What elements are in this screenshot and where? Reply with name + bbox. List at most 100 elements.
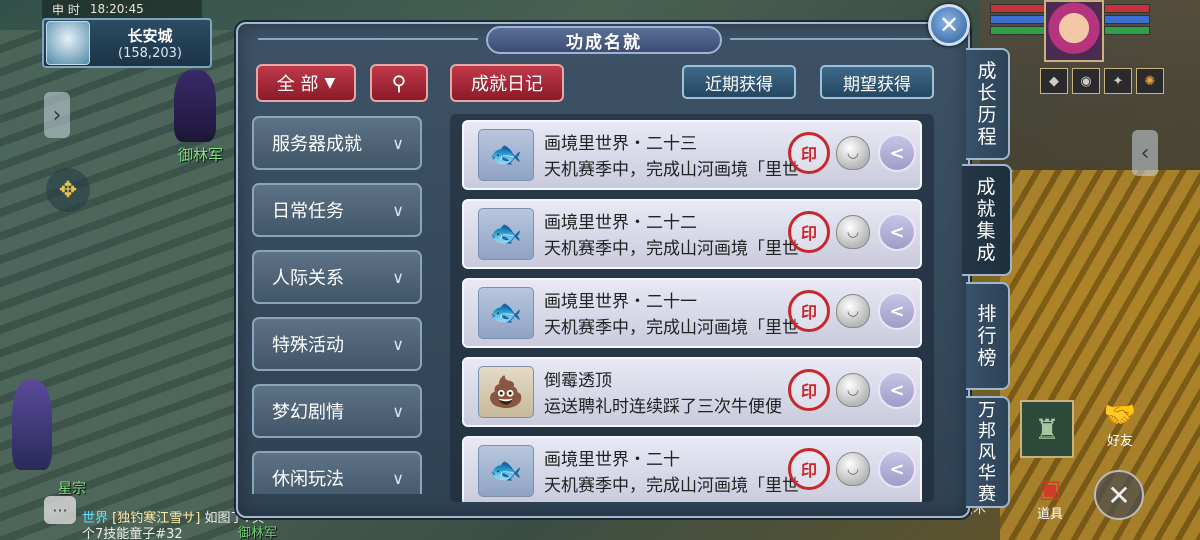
move-arrows-icon[interactable]: ✥ xyxy=(46,168,90,212)
clock-text: 18:20:45 xyxy=(89,2,144,16)
category-item-special[interactable]: 特殊活动 ∨ xyxy=(252,317,422,371)
achievement-list[interactable]: 🐟 画境里世界・二十三 天机赛季中，完成山河画境「里世 印 ◡ < 🐟 画境里世… xyxy=(450,114,934,502)
map-badge-icon[interactable] xyxy=(46,21,90,65)
achievement-thumb-icon: 🐟 xyxy=(478,208,534,260)
chevron-down-icon: ∨ xyxy=(392,267,404,287)
tab-label: 排行榜 xyxy=(977,303,997,369)
list-item[interactable]: 🐟 画境里世界・二十三 天机赛季中，完成山河画境「里世 印 ◡ < xyxy=(462,120,922,190)
achievement-desc: 天机赛季中，完成山河画境「里世 xyxy=(544,476,799,496)
category-label: 日常任务 xyxy=(272,201,344,222)
category-item-daily[interactable]: 日常任务 ∨ xyxy=(252,183,422,237)
tab-collection[interactable]: 成就集成 xyxy=(962,164,1012,276)
time-period: 申 时 xyxy=(52,2,80,17)
items-label: 道具 xyxy=(1036,507,1063,522)
recent-button[interactable]: 近期获得 xyxy=(682,65,796,99)
search-icon: ⚲ xyxy=(391,71,407,95)
friends-button[interactable]: 🤝 好友 xyxy=(1095,400,1145,449)
filter-dropdown[interactable]: 全 部 ▼ xyxy=(256,64,356,102)
category-label: 服务器成就 xyxy=(272,134,362,155)
title-ornament-right xyxy=(730,38,950,40)
title-ornament-left xyxy=(258,38,478,40)
shell-reward-icon[interactable]: ◡ xyxy=(836,136,870,170)
category-label: 人际关系 xyxy=(272,268,344,289)
chevron-down-icon: ∨ xyxy=(392,133,404,153)
achievement-thumb-icon: 🐟 xyxy=(478,445,534,497)
shell-reward-icon[interactable]: ◡ xyxy=(836,215,870,249)
completed-seal-icon: 印 xyxy=(788,369,830,411)
dialog-title: 功成名就 xyxy=(486,26,722,54)
coordinates: (158,203) xyxy=(118,46,182,61)
pet-hp-bar xyxy=(990,4,1045,13)
npc-xingzong-figure[interactable] xyxy=(12,380,52,470)
achievement-thumb-icon: 🐟 xyxy=(478,287,534,339)
achievement-title: 画境里世界・二十三 xyxy=(544,134,697,154)
player-avatar[interactable] xyxy=(1044,0,1104,62)
list-item[interactable]: 🐟 画境里世界・二十一 天机赛季中，完成山河画境「里世 印 ◡ < xyxy=(462,278,922,348)
category-item-social[interactable]: 人际关系 ∨ xyxy=(252,250,422,304)
share-icon[interactable]: < xyxy=(878,292,916,330)
list-item[interactable]: 💩 倒霉透顶 运送聘礼时连续踩了三次牛便便 印 ◡ < xyxy=(462,357,922,427)
close-icon[interactable]: ✕ xyxy=(928,4,970,46)
filter-label: 全 部 xyxy=(276,74,319,95)
time-display: 申 时 18:20:45 xyxy=(42,0,202,18)
shell-reward-icon[interactable]: ◡ xyxy=(836,373,870,407)
shell-reward-icon[interactable]: ◡ xyxy=(836,452,870,486)
buff-icon[interactable]: ◉ xyxy=(1072,68,1100,94)
share-icon[interactable]: < xyxy=(878,213,916,251)
pet-exp-bar xyxy=(990,26,1045,35)
hide-ui-close-icon[interactable]: ✕ xyxy=(1094,470,1144,520)
npc-guard-figure[interactable] xyxy=(174,70,216,142)
player-anger-bar xyxy=(1104,26,1150,35)
chevron-down-icon: ∨ xyxy=(392,401,404,421)
expand-left-arrow-icon[interactable]: › xyxy=(44,92,70,138)
chat-bubble-icon[interactable]: ··· xyxy=(44,496,76,524)
tab-label: 成长历程 xyxy=(977,60,997,148)
category-item-story[interactable]: 梦幻剧情 ∨ xyxy=(252,384,422,438)
city-name: 长安城 xyxy=(127,27,173,45)
buff-icon[interactable]: ◆ xyxy=(1040,68,1068,94)
minimap-panel[interactable]: 长安城 (158,203) xyxy=(42,18,212,68)
share-icon[interactable]: < xyxy=(878,134,916,172)
tab-label: 万邦风华赛 xyxy=(978,399,996,505)
category-list[interactable]: 服务器成就 ∨ 日常任务 ∨ 人际关系 ∨ 特殊活动 ∨ 梦幻剧情 ∨ 休闲玩法… xyxy=(252,116,428,494)
completed-seal-icon: 印 xyxy=(788,290,830,332)
chest-icon: ▣ xyxy=(1038,475,1062,503)
category-item-leisure[interactable]: 休闲玩法 ∨ xyxy=(252,451,422,494)
achievement-title: 画境里世界・二十一 xyxy=(544,292,697,312)
chat-line-2: 个7技能童子#32 xyxy=(82,527,183,540)
completed-seal-icon: 印 xyxy=(788,448,830,490)
npc-guard-label: 御林军 xyxy=(178,146,224,164)
share-icon[interactable]: < xyxy=(878,371,916,409)
list-item[interactable]: 🐟 画境里世界・二十 天机赛季中，完成山河画境「里世 印 ◡ < xyxy=(462,436,922,502)
buff-icon[interactable]: ✦ xyxy=(1104,68,1132,94)
shell-reward-icon[interactable]: ◡ xyxy=(836,294,870,328)
diary-button[interactable]: 成就日记 xyxy=(450,64,564,102)
chevron-down-icon: ▼ xyxy=(324,75,336,91)
tab-ranking[interactable]: 排行榜 xyxy=(966,282,1010,390)
achievement-desc: 天机赛季中，完成山河画境「里世 xyxy=(544,318,799,338)
achievement-desc: 天机赛季中，完成山河画境「里世 xyxy=(544,160,799,180)
achievement-title: 倒霉透顶 xyxy=(544,371,612,391)
player-mp-bar xyxy=(1104,15,1150,24)
player-status-bars xyxy=(1104,4,1150,37)
achievement-title: 画境里世界・二十二 xyxy=(544,213,697,233)
tab-wanbang[interactable]: 万邦风华赛 xyxy=(966,396,1010,508)
search-button[interactable]: ⚲ xyxy=(370,64,428,102)
handshake-icon: 🤝 xyxy=(1103,400,1137,430)
chevron-down-icon: ∨ xyxy=(392,468,404,488)
category-item-server[interactable]: 服务器成就 ∨ xyxy=(252,116,422,170)
statue-icon[interactable]: ♜ xyxy=(1020,400,1074,458)
achievement-desc: 天机赛季中，完成山河画境「里世 xyxy=(544,239,799,259)
category-label: 特殊活动 xyxy=(272,335,344,356)
npc-xingzong-label: 星宗 xyxy=(58,481,86,497)
chevron-down-icon: ∨ xyxy=(392,334,404,354)
share-icon[interactable]: < xyxy=(878,450,916,488)
list-item[interactable]: 🐟 画境里世界・二十二 天机赛季中，完成山河画境「里世 印 ◡ < xyxy=(462,199,922,269)
expand-right-arrow-icon[interactable]: ‹ xyxy=(1132,130,1158,176)
completed-seal-icon: 印 xyxy=(788,211,830,253)
expected-button[interactable]: 期望获得 xyxy=(820,65,934,99)
buff-icon[interactable]: ✺ xyxy=(1136,68,1164,94)
items-button[interactable]: ▣ 道具 xyxy=(1030,475,1070,522)
completed-seal-icon: 印 xyxy=(788,132,830,174)
tab-growth[interactable]: 成长历程 xyxy=(966,48,1010,160)
